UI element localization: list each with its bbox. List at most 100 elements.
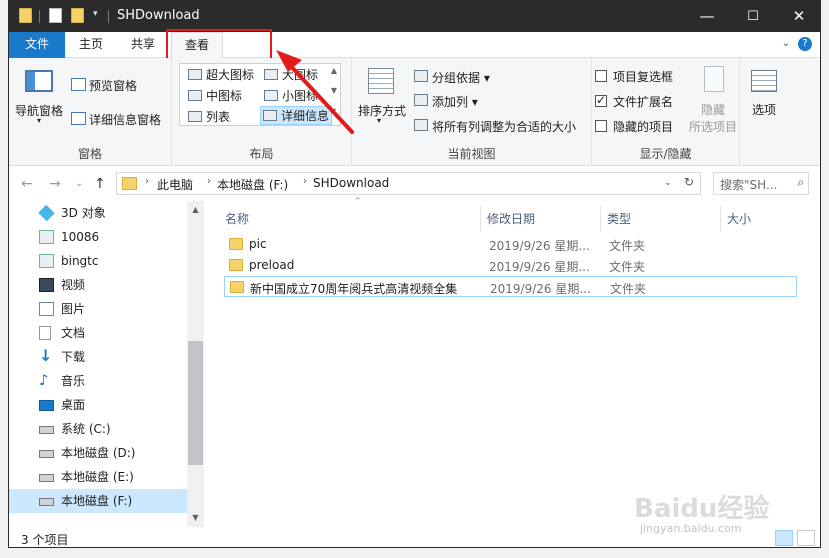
refresh-icon[interactable]: ↻ [684,175,694,189]
tab-home[interactable]: 主页 [67,32,115,58]
nav-item-3d-objects[interactable]: 3D 对象 [9,201,187,225]
layout-details[interactable]: 详细信息 [260,106,333,125]
chevron-down-icon: ▾ [37,116,42,125]
user-folder-icon [39,230,54,244]
group-label: 布局 [249,147,274,161]
drive-icon [39,498,54,506]
up-arrow-icon[interactable]: ↑ [94,176,106,192]
nav-item-drive-c[interactable]: 系统 (C:) [9,417,187,441]
medium-icons-icon [188,90,202,101]
item-checkboxes-checkbox[interactable] [595,70,607,82]
video-icon [39,278,54,292]
group-show-hide: 项目复选框 文件扩展名 隐藏的项目 隐藏 所选项目 显示/隐藏 [592,58,740,166]
column-divider[interactable] [480,206,481,232]
search-icon[interactable]: ⌕ [797,175,804,190]
breadcrumb-shdownload[interactable]: SHDownload [313,176,389,190]
add-columns-button[interactable]: 添加列 ▾ [432,93,478,110]
nav-item-10086[interactable]: 10086 [9,225,187,249]
nav-item-documents[interactable]: 文档 [9,321,187,345]
group-by-button[interactable]: 分组依据 ▾ [432,69,490,86]
details-view-toggle-icon[interactable] [775,530,793,546]
recent-locations-icon[interactable]: ⌄ [75,178,83,189]
hidden-items-checkbox[interactable] [595,120,607,132]
gallery-expand-icon[interactable]: ▾ [328,106,340,115]
minimize-button[interactable]: — [684,1,730,32]
watermark-url: jingyan.baidu.com [640,522,742,535]
breadcrumb-separator-icon: › [303,176,307,187]
divider [108,10,109,23]
file-date: 2019/9/26 星期... [489,260,590,274]
column-header-type[interactable]: 类型 [607,206,631,232]
nav-pane-scrollbar[interactable]: ▲ ▼ [187,201,204,527]
file-row[interactable]: 新中国成立70周年阅兵式高清视频全集 2019/9/26 星期... 文件夹 [224,276,797,297]
details-pane-icon [71,112,86,125]
column-header-size[interactable]: 大小 [727,206,751,232]
preview-pane-icon [71,78,86,91]
preview-pane-button[interactable]: 预览窗格 [89,77,137,94]
forward-arrow-icon[interactable]: → [49,176,61,192]
annotation-highlight-box [166,29,272,61]
file-row[interactable]: preload 2019/9/26 星期... 文件夹 [224,255,797,276]
file-row[interactable]: pic 2019/9/26 星期... 文件夹 [224,234,797,255]
file-name: pic [249,237,267,251]
nav-item-desktop[interactable]: 桌面 [9,393,187,417]
nav-pane-icon [25,70,53,92]
options-label: 选项 [752,103,777,117]
back-arrow-icon[interactable]: ← [21,176,33,192]
layout-list[interactable]: 列表 [188,108,230,125]
gallery-up-icon[interactable]: ▲ [328,66,340,75]
column-header-name[interactable]: 名称 [225,206,249,232]
details-pane-button[interactable]: 详细信息窗格 [89,111,161,128]
layout-medium-icons[interactable]: 中图标 [188,87,242,104]
nav-item-bingtc[interactable]: bingtc [9,249,187,273]
sort-ascending-icon: ⌃ [354,197,362,207]
large-icons-view-toggle-icon[interactable] [797,530,815,546]
breadcrumb-this-pc[interactable]: 此电脑 [157,176,193,193]
layout-small-icons[interactable]: 小图标 [264,87,318,104]
nav-item-drive-f[interactable]: 本地磁盘 (F:) [9,489,187,513]
group-label: 窗格 [77,147,102,161]
customize-toolbar-icon[interactable]: ▾ [93,9,98,19]
item-checkboxes-label: 项目复选框 [613,70,674,84]
properties-icon[interactable] [49,8,62,23]
file-date: 2019/9/26 星期... [490,282,591,296]
drive-icon [39,450,54,458]
nav-item-music[interactable]: ♪ 音乐 [9,369,187,393]
collapse-ribbon-icon[interactable]: ⌄ [782,38,790,49]
file-extensions-checkbox[interactable] [595,93,607,107]
tab-file[interactable]: 文件 [9,32,65,58]
gallery-down-icon[interactable]: ▼ [328,86,340,95]
navigation-pane: 3D 对象 10086 bingtc 视频 图片 文档 ↓ 下载 ♪ 音乐 桌面 系… [9,201,204,527]
layout-large-icons[interactable]: 大图标 [264,66,318,83]
layout-extra-large-icons[interactable]: 超大图标 [188,66,254,83]
tab-share[interactable]: 共享 [119,32,167,58]
search-input[interactable]: 搜索"SH... ⌕ [713,172,809,195]
maximize-button[interactable]: ☐ [730,1,776,32]
column-header-date[interactable]: 修改日期 [487,206,535,232]
scrollbar-thumb[interactable] [188,341,203,465]
large-icons-icon [264,69,278,80]
column-divider[interactable] [720,206,721,232]
divider [39,10,40,23]
nav-item-drive-d[interactable]: 本地磁盘 (D:) [9,441,187,465]
new-folder-icon[interactable] [71,8,84,23]
breadcrumb-drive-f[interactable]: 本地磁盘 (F:) [217,176,288,193]
column-divider[interactable] [600,206,601,232]
watermark-logo: Baidu经验 [634,494,770,524]
help-icon[interactable]: ? [798,37,812,51]
user-folder-icon [39,254,54,268]
nav-item-videos[interactable]: 视频 [9,273,187,297]
hide-selected-button[interactable]: 所选项目 [689,118,737,135]
scroll-down-icon[interactable]: ▼ [187,513,204,522]
fit-columns-button[interactable]: 将所有列调整为合适的大小 [432,118,576,135]
explorer-window: ▾ SHDownload — ☐ ✕ 文件 主页 共享 查看 ⌄ ? 导航窗格 … [8,0,821,548]
address-bar[interactable]: › 此电脑 › 本地磁盘 (F:) › SHDownload ⌄ ↻ [116,172,701,195]
nav-item-drive-e[interactable]: 本地磁盘 (E:) [9,465,187,489]
close-button[interactable]: ✕ [776,1,820,32]
scroll-up-icon[interactable]: ▲ [187,205,204,214]
nav-item-downloads[interactable]: ↓ 下载 [9,345,187,369]
address-dropdown-icon[interactable]: ⌄ [664,178,672,188]
small-icons-icon [264,90,278,101]
group-current-view: 排序方式 ▾ 分组依据 ▾ 添加列 ▾ 将所有列调整为合适的大小 当前视图 [352,58,592,166]
nav-item-pictures[interactable]: 图片 [9,297,187,321]
